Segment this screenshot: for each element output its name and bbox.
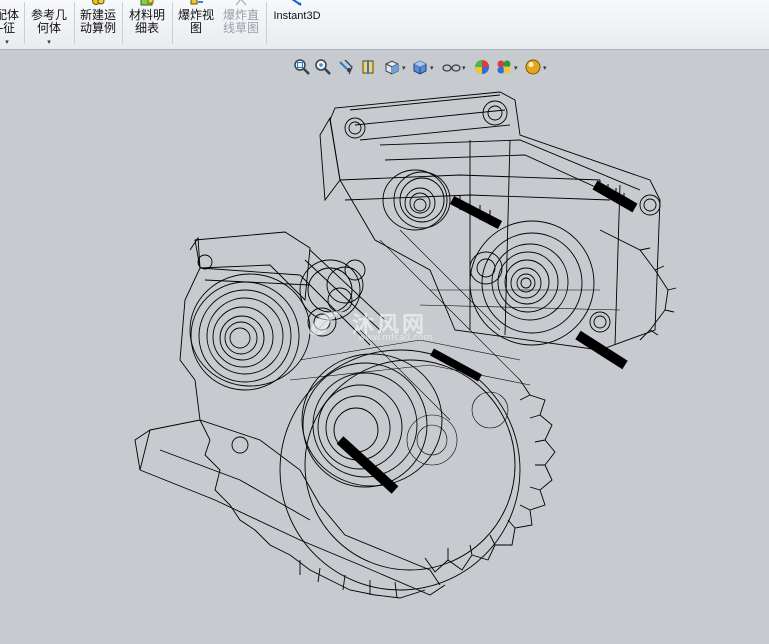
ribbon-button-explode-line-sketch[interactable]: 爆炸直 线草图: [219, 0, 263, 46]
ribbon-label-line2: 细表: [134, 21, 159, 35]
chevron-down-icon[interactable]: ▾: [27, 36, 71, 49]
chevron-down-icon[interactable]: ▾: [514, 64, 518, 72]
chevron-down-icon[interactable]: ▾: [402, 64, 406, 72]
chevron-down-icon[interactable]: ▾: [462, 64, 466, 72]
ribbon-separator: [74, 2, 75, 44]
section-view-icon[interactable]: [360, 58, 378, 76]
command-manager-ribbon: 配体 -征 ▾ 参考几 何体 ▾ 新建运 动算例 材料明 细表 爆炸视 图 爆炸…: [0, 0, 769, 50]
bolt-upper-right: [592, 180, 638, 213]
base-flange: [134, 419, 446, 596]
left-housing-block: [179, 231, 311, 421]
heads-up-view-toolbar: ▾ ▾ ▾ ▾ ▾: [293, 58, 573, 78]
ribbon-label-line1: Instant3D: [273, 10, 321, 22]
ribbon-button-new-motion-study[interactable]: 新建运 动算例: [77, 0, 119, 46]
view-orientation-icon[interactable]: [383, 58, 401, 76]
ribbon-label-line2: 动算例: [79, 21, 116, 35]
assembly-wireframe-model[interactable]: [0, 51, 769, 644]
zoom-to-fit-icon[interactable]: [293, 58, 311, 76]
ribbon-separator: [172, 2, 173, 44]
ribbon-label-line2: 图: [189, 21, 202, 35]
chevron-down-icon[interactable]: ▾: [0, 36, 22, 49]
ribbon-label-line2: -征: [0, 21, 16, 35]
watermark: 沐风网 www.mfcad.com: [300, 303, 470, 347]
upper-bearing: [382, 169, 451, 231]
right-gear-group: [469, 220, 677, 346]
hidden-edges: [289, 229, 621, 466]
chevron-down-icon[interactable]: ▾: [430, 64, 434, 72]
ribbon-button-reference-geometry[interactable]: 参考几 何体 ▾: [27, 0, 71, 49]
ribbon-button-assembly-feature[interactable]: 配体 -征 ▾: [0, 0, 22, 49]
ribbon-button-exploded-view[interactable]: 爆炸视 图: [175, 0, 217, 46]
lower-main-gear: [279, 349, 521, 591]
edit-appearance-icon[interactable]: [473, 58, 491, 76]
ribbon-separator: [24, 2, 25, 44]
ribbon-label-line2: 何体: [36, 21, 61, 35]
bolt-lower-right: [575, 330, 628, 370]
display-style-icon[interactable]: [411, 58, 429, 76]
apply-scene-icon[interactable]: [495, 58, 513, 76]
chevron-down-icon[interactable]: ▾: [543, 64, 547, 72]
watermark-url: www.mfcad.com: [358, 333, 433, 343]
ribbon-button-instant3d[interactable]: Instant3D: [268, 0, 326, 46]
ribbon-separator: [266, 2, 267, 44]
hide-show-items-icon[interactable]: [441, 58, 461, 76]
watermark-logo-icon: [308, 310, 344, 336]
instant3d-icon: [289, 0, 305, 10]
zoom-to-area-icon[interactable]: [314, 58, 332, 76]
previous-view-icon[interactable]: [337, 58, 355, 76]
view-settings-icon[interactable]: [524, 58, 542, 76]
ribbon-label-line2: 线草图: [222, 21, 259, 35]
graphics-area[interactable]: 沐风网 www.mfcad.com: [0, 51, 769, 644]
ribbon-separator: [122, 2, 123, 44]
ribbon-button-bill-of-materials[interactable]: 材料明 细表: [125, 0, 169, 46]
bolt-center: [449, 195, 503, 229]
